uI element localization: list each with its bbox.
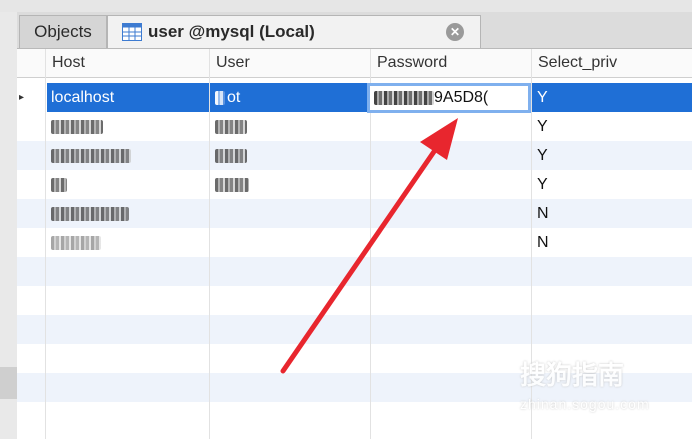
- password-visible-text: 9A5D8(: [434, 89, 489, 106]
- watermark-logo: 搜狗指南: [520, 361, 625, 391]
- cell-host[interactable]: [45, 228, 209, 257]
- cell-user[interactable]: [209, 170, 370, 199]
- cell-user[interactable]: rootot: [209, 83, 370, 112]
- watermark-url: zhinan.sogou.com: [520, 396, 650, 412]
- grid-header: Host User Password Select_priv: [17, 49, 692, 78]
- cell-host[interactable]: [45, 199, 209, 228]
- table-row[interactable]: Y: [17, 141, 692, 170]
- column-header-host[interactable]: Host: [45, 49, 209, 77]
- cell-select-priv[interactable]: N: [531, 199, 692, 228]
- table-row[interactable]: Y: [17, 170, 692, 199]
- cell-user[interactable]: [209, 141, 370, 170]
- cell-host[interactable]: [45, 141, 209, 170]
- cell-host[interactable]: [45, 170, 209, 199]
- cell-select-priv[interactable]: N: [531, 228, 692, 257]
- sidebar-selected-block: [0, 367, 17, 399]
- cell-host[interactable]: [45, 112, 209, 141]
- cell-host[interactable]: localhost: [45, 83, 209, 112]
- column-header-user[interactable]: User: [209, 49, 370, 77]
- table-icon: [122, 23, 142, 41]
- redacted-text: [51, 235, 101, 250]
- redacted-text: [51, 206, 129, 221]
- tab-objects[interactable]: Objects: [19, 15, 107, 48]
- redacted-text: [215, 148, 247, 163]
- redacted-text: [215, 119, 247, 134]
- redacted-text: [51, 119, 103, 134]
- tab-user-table[interactable]: user @mysql (Local) ✕: [107, 15, 481, 48]
- cell-select-priv[interactable]: Y: [531, 170, 692, 199]
- empty-row: [17, 315, 692, 344]
- cell-select-priv[interactable]: Y: [531, 112, 692, 141]
- watermark: 搜狗指南 zhinan.sogou.com: [520, 355, 650, 412]
- redacted-text: [51, 177, 67, 192]
- tab-objects-label: Objects: [34, 22, 92, 41]
- redacted-text: [215, 90, 225, 105]
- empty-row: [17, 257, 692, 286]
- column-divider: [209, 49, 210, 439]
- redacted-text: [51, 148, 131, 163]
- row-pointer-icon: ▸: [17, 83, 47, 112]
- tab-user-label: user @mysql (Local): [148, 22, 315, 41]
- password-edit-field[interactable]: 9A5D8(: [367, 83, 531, 113]
- left-sidebar-edge: [0, 12, 18, 439]
- cell-select-priv[interactable]: Y: [531, 83, 692, 112]
- table-row[interactable]: ▸ localhost rootot Y: [17, 83, 692, 112]
- cell-user[interactable]: [209, 112, 370, 141]
- empty-row: [17, 286, 692, 315]
- table-row[interactable]: N: [17, 199, 692, 228]
- redacted-text: [215, 177, 249, 192]
- redacted-text: [374, 90, 434, 105]
- tab-bar: Objects user @mysql (Local) ✕: [17, 12, 692, 49]
- column-divider: [45, 49, 46, 439]
- table-row[interactable]: N: [17, 228, 692, 257]
- table-row[interactable]: Y: [17, 112, 692, 141]
- close-tab-icon[interactable]: ✕: [446, 23, 464, 41]
- column-header-password[interactable]: Password: [370, 49, 531, 77]
- cell-select-priv[interactable]: Y: [531, 141, 692, 170]
- column-header-select-priv[interactable]: Select_priv: [531, 49, 692, 77]
